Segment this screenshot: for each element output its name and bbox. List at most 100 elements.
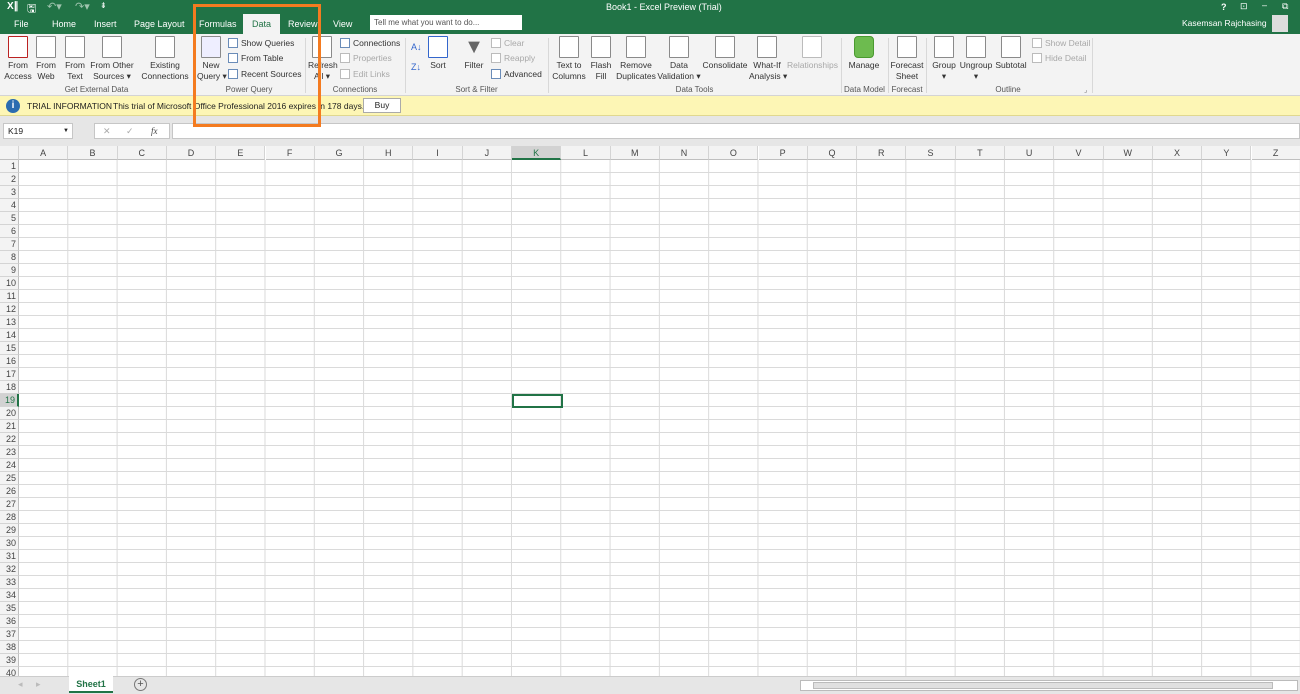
properties-button[interactable]: Properties — [340, 51, 392, 65]
from-text-button[interactable]: From Text — [63, 36, 87, 82]
row-header[interactable]: 33 — [0, 576, 19, 589]
column-header[interactable]: C — [117, 146, 167, 160]
filter-button[interactable]: ▼ Filter — [462, 36, 486, 71]
add-sheet-icon[interactable]: + — [134, 678, 147, 691]
row-header[interactable]: 9 — [0, 264, 19, 277]
column-header[interactable]: M — [610, 146, 660, 160]
tell-me-input[interactable]: Tell me what you want to do... — [370, 15, 522, 30]
hide-detail-button[interactable]: Hide Detail — [1032, 51, 1087, 65]
formula-input[interactable] — [172, 123, 1300, 139]
row-header[interactable]: 5 — [0, 212, 19, 225]
row-header[interactable]: 24 — [0, 459, 19, 472]
avatar[interactable] — [1272, 15, 1288, 32]
column-header[interactable]: F — [265, 146, 315, 160]
row-header[interactable]: 39 — [0, 654, 19, 667]
insert-function-icon[interactable]: fx — [151, 124, 158, 138]
row-header[interactable]: 16 — [0, 355, 19, 368]
minimize-icon[interactable]: – — [1262, 0, 1267, 10]
sort-button[interactable]: Sort — [426, 36, 450, 71]
redo-icon[interactable]: ↷▾ — [75, 0, 90, 13]
cancel-icon[interactable]: ✕ — [103, 124, 111, 138]
column-header[interactable]: X — [1152, 146, 1203, 160]
column-header[interactable]: Q — [807, 146, 858, 160]
selected-cell-k19[interactable] — [512, 394, 563, 408]
help-button[interactable]: ? — [1221, 2, 1227, 12]
column-header[interactable]: K — [512, 146, 562, 160]
column-header[interactable]: O — [709, 146, 759, 160]
row-header[interactable]: 29 — [0, 524, 19, 537]
row-header[interactable]: 32 — [0, 563, 19, 576]
column-header[interactable]: E — [216, 146, 266, 160]
buy-button[interactable]: Buy — [363, 98, 401, 113]
ungroup-button[interactable]: Ungroup ▾ — [959, 36, 993, 82]
row-header[interactable]: 22 — [0, 433, 19, 446]
sort-a-z-button[interactable]: A↓ — [411, 40, 422, 54]
row-header[interactable]: 38 — [0, 641, 19, 654]
row-header[interactable]: 36 — [0, 615, 19, 628]
column-header[interactable]: R — [857, 146, 907, 160]
row-header[interactable]: 15 — [0, 342, 19, 355]
tab-view[interactable]: View — [327, 14, 358, 34]
next-sheet-icon[interactable]: ▸ — [36, 679, 41, 690]
column-header[interactable]: D — [166, 146, 217, 160]
data-validation-button[interactable]: Data Validation ▾ — [656, 36, 702, 82]
row-header[interactable]: 1 — [0, 160, 19, 173]
existing-connections-button[interactable]: Existing Connections — [140, 36, 190, 82]
row-header[interactable]: 10 — [0, 277, 19, 290]
column-header[interactable]: Y — [1202, 146, 1252, 160]
from-web-button[interactable]: From Web — [34, 36, 58, 82]
from-other-sources-button[interactable]: From Other Sources ▾ — [89, 36, 135, 82]
row-header[interactable]: 30 — [0, 537, 19, 550]
row-header[interactable]: 23 — [0, 446, 19, 459]
manage-data-model-button[interactable]: Manage — [845, 36, 883, 71]
dialog-launcher-icon[interactable]: ⌟ — [1084, 86, 1087, 94]
tab-insert[interactable]: Insert — [88, 14, 123, 34]
row-header[interactable]: 18 — [0, 381, 19, 394]
subtotal-button[interactable]: Subtotal — [994, 36, 1028, 71]
sheet-tab[interactable]: Sheet1 — [69, 676, 113, 693]
column-header[interactable]: I — [413, 146, 463, 160]
clear-button[interactable]: Clear — [491, 36, 524, 50]
name-box[interactable]: K19 ▼ — [3, 123, 73, 139]
row-header[interactable]: 28 — [0, 511, 19, 524]
column-header[interactable]: A — [19, 146, 69, 160]
from-access-button[interactable]: From Access — [4, 36, 32, 82]
column-header[interactable]: B — [68, 146, 118, 160]
row-header[interactable]: 19 — [0, 394, 19, 407]
customize-qat-icon[interactable]: ⇟ — [100, 1, 107, 10]
row-header[interactable]: 11 — [0, 290, 19, 303]
horizontal-scrollbar[interactable] — [800, 680, 1298, 691]
what-if-analysis-button[interactable]: What-If Analysis ▾ — [749, 36, 787, 82]
row-header[interactable]: 8 — [0, 251, 19, 264]
column-header[interactable]: V — [1054, 146, 1104, 160]
column-header[interactable]: L — [561, 146, 611, 160]
row-header[interactable]: 17 — [0, 368, 19, 381]
row-header[interactable]: 26 — [0, 485, 19, 498]
row-header[interactable]: 21 — [0, 420, 19, 433]
reapply-button[interactable]: Reapply — [491, 51, 535, 65]
row-header[interactable]: 37 — [0, 628, 19, 641]
prev-sheet-icon[interactable]: ◂ — [18, 679, 23, 690]
tab-home[interactable]: Home — [46, 14, 82, 34]
remove-duplicates-button[interactable]: Remove Duplicates — [615, 36, 657, 82]
cell-area[interactable] — [19, 160, 1300, 680]
user-name[interactable]: Kasemsan Rajchasing — [1182, 18, 1267, 28]
row-header[interactable]: 27 — [0, 498, 19, 511]
consolidate-button[interactable]: Consolidate — [702, 36, 748, 71]
advanced-button[interactable]: Advanced — [491, 67, 542, 81]
chevron-down-icon[interactable]: ▼ — [63, 124, 69, 138]
group-button[interactable]: Group ▾ — [930, 36, 958, 82]
column-header[interactable]: P — [758, 146, 808, 160]
edit-links-button[interactable]: Edit Links — [340, 67, 390, 81]
row-header[interactable]: 14 — [0, 329, 19, 342]
column-header[interactable]: G — [314, 146, 365, 160]
column-header[interactable]: N — [659, 146, 710, 160]
ribbon-display-icon[interactable]: ⊡ — [1240, 1, 1248, 12]
restore-icon[interactable]: ⧉ — [1282, 1, 1288, 12]
column-header[interactable]: J — [462, 146, 512, 160]
tab-page-layout[interactable]: Page Layout — [128, 14, 191, 34]
select-all-corner[interactable] — [0, 146, 19, 160]
column-header[interactable]: U — [1005, 146, 1055, 160]
row-header[interactable]: 34 — [0, 589, 19, 602]
row-header[interactable]: 2 — [0, 173, 19, 186]
